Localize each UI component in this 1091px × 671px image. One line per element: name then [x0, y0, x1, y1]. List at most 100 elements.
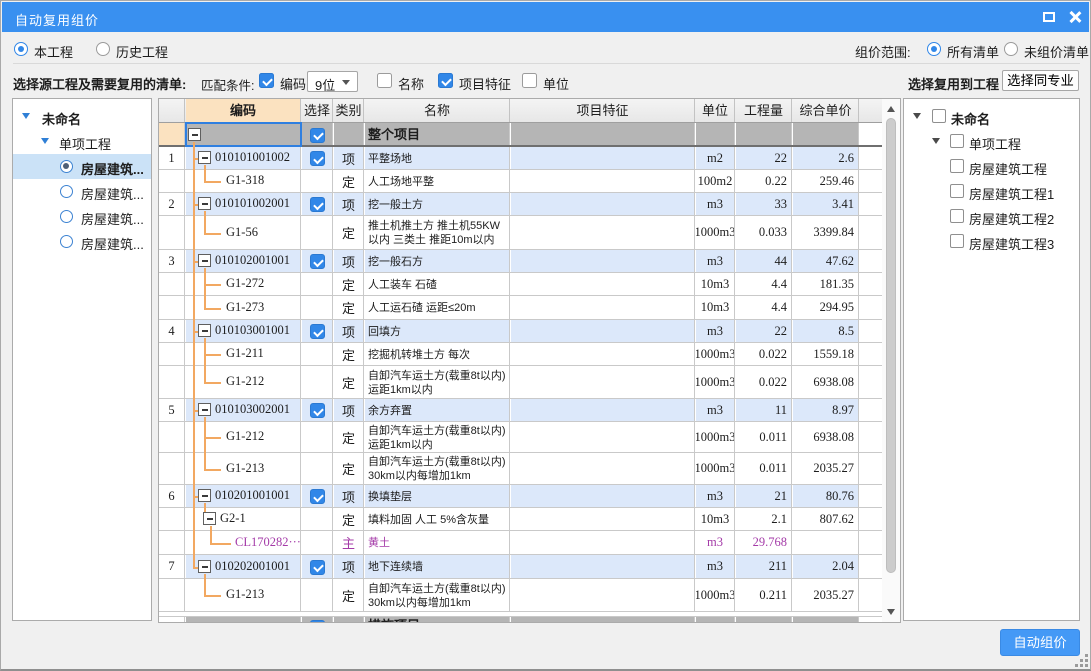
- radio-history-project-label[interactable]: 历史工程: [116, 42, 168, 61]
- source-tree-item[interactable]: 单项工程: [13, 129, 151, 154]
- tree-item-checkbox[interactable]: [950, 184, 964, 198]
- column-header-3[interactable]: 类别: [334, 99, 364, 122]
- auto-price-button[interactable]: 自动组价: [1000, 629, 1080, 656]
- collapse-minus-icon[interactable]: [198, 151, 211, 164]
- column-header-4[interactable]: 名称: [365, 99, 510, 122]
- row-select-checkbox[interactable]: [310, 128, 325, 143]
- radio-unpriced-lists[interactable]: [1004, 42, 1018, 56]
- table-row[interactable]: 定人工运石碴 运距≤20m10m34.4294.95G1-273: [159, 296, 900, 320]
- tree-item-checkbox[interactable]: [950, 159, 964, 173]
- column-header-1[interactable]: 编码: [186, 99, 301, 122]
- table-row[interactable]: 整个项目: [159, 123, 900, 147]
- tree-item-checkbox[interactable]: [950, 134, 964, 148]
- table-row[interactable]: 定人工装车 石碴10m34.4181.35G1-272: [159, 273, 900, 296]
- source-tree-item[interactable]: 房屋建筑...: [13, 229, 151, 254]
- tree-item-label[interactable]: 房屋建筑...: [81, 184, 144, 203]
- row-select-checkbox[interactable]: [310, 403, 325, 418]
- checkbox-feature[interactable]: [438, 73, 453, 88]
- source-tree-item[interactable]: 未命名: [13, 104, 151, 129]
- row-select-checkbox[interactable]: [310, 620, 325, 623]
- column-header-7[interactable]: 工程量: [736, 99, 792, 122]
- target-tree-item[interactable]: 房屋建筑工程3: [904, 229, 1079, 254]
- target-tree-item[interactable]: 房屋建筑工程1: [904, 179, 1079, 204]
- title-bar[interactable]: 自动复用组价: [2, 2, 1089, 32]
- collapse-minus-icon[interactable]: [188, 128, 201, 141]
- tree-expander-icon[interactable]: [22, 113, 30, 119]
- tree-item-label[interactable]: 房屋建筑工程: [969, 159, 1047, 178]
- table-row[interactable]: 2项挖一般土方m3333.41010101002001: [159, 193, 900, 216]
- row-select-checkbox[interactable]: [310, 324, 325, 339]
- table-row[interactable]: 定自卸汽车运土方(载重8t以内) 运距1km以内1000m30.0116938.…: [159, 422, 900, 453]
- tree-item-checkbox[interactable]: [932, 109, 946, 123]
- table-row[interactable]: 定挖掘机转堆土方 每次1000m30.0221559.18G1-211: [159, 343, 900, 366]
- code-digits-dropdown[interactable]: 9位: [307, 71, 358, 92]
- tree-item-label[interactable]: 房屋建筑...: [81, 159, 144, 178]
- checkbox-unit[interactable]: [522, 73, 537, 88]
- collapse-minus-icon[interactable]: [198, 489, 211, 502]
- table-row[interactable]: 定自卸汽车运土方(载重8t以内) 30km以内每增加1km1000m30.011…: [159, 453, 900, 485]
- column-header-5[interactable]: 项目特征: [511, 99, 695, 122]
- target-tree-item[interactable]: 未命名: [904, 104, 1079, 129]
- table-row[interactable]: 措施项目: [159, 617, 900, 623]
- vertical-scrollbar[interactable]: [882, 99, 900, 622]
- table-row[interactable]: 1项平整场地m2222.6010101001002: [159, 147, 900, 170]
- row-select-checkbox[interactable]: [310, 560, 325, 575]
- collapse-minus-icon[interactable]: [198, 254, 211, 267]
- tree-expander-icon[interactable]: [932, 138, 940, 144]
- tree-item-label[interactable]: 未命名: [951, 109, 990, 128]
- checkbox-code[interactable]: [259, 73, 274, 88]
- target-tree-item[interactable]: 房屋建筑工程: [904, 154, 1079, 179]
- source-tree-item[interactable]: 房屋建筑...: [13, 204, 151, 229]
- table-row[interactable]: 定自卸汽车运土方(载重8t以内) 30km以内每增加1km1000m30.211…: [159, 579, 900, 612]
- checkbox-code-label[interactable]: 编码: [280, 74, 306, 93]
- close-button[interactable]: [1060, 2, 1090, 32]
- tree-item-label[interactable]: 未命名: [42, 109, 81, 128]
- table-row[interactable]: 定填料加固 人工 5%含灰量10m32.1807.62G2-1: [159, 508, 900, 531]
- tree-item-radio[interactable]: [60, 185, 73, 198]
- radio-all-lists-label[interactable]: 所有清单: [947, 42, 999, 61]
- checkbox-unit-label[interactable]: 单位: [543, 74, 569, 93]
- scrollbar-thumb[interactable]: [886, 118, 896, 573]
- column-header-8[interactable]: 综合单价: [793, 99, 859, 122]
- checkbox-name[interactable]: [377, 73, 392, 88]
- tree-item-checkbox[interactable]: [950, 209, 964, 223]
- radio-current-project[interactable]: [14, 42, 28, 56]
- tree-item-label[interactable]: 房屋建筑工程3: [969, 234, 1054, 253]
- collapse-minus-icon[interactable]: [198, 560, 211, 573]
- table-row[interactable]: 4项回填方m3228.5010103001001: [159, 320, 900, 343]
- tree-item-checkbox[interactable]: [950, 234, 964, 248]
- table-row[interactable]: 6项换填垫层m32180.76010201001001: [159, 485, 900, 508]
- table-row[interactable]: 7项地下连续墙m32112.04010202001001: [159, 555, 900, 579]
- radio-history-project[interactable]: [96, 42, 110, 56]
- source-tree-item[interactable]: 房屋建筑...: [13, 154, 151, 179]
- target-tree-item[interactable]: 单项工程: [904, 129, 1079, 154]
- radio-all-lists[interactable]: [927, 42, 941, 56]
- source-tree-item[interactable]: 房屋建筑...: [13, 179, 151, 204]
- tree-item-label[interactable]: 单项工程: [969, 134, 1021, 153]
- tree-item-label[interactable]: 房屋建筑工程1: [969, 184, 1054, 203]
- tree-item-label[interactable]: 房屋建筑...: [81, 234, 144, 253]
- table-row[interactable]: 5项余方弃置m3118.97010103002001: [159, 399, 900, 422]
- row-select-checkbox[interactable]: [310, 254, 325, 269]
- table-row[interactable]: 3项挖一般石方m34447.62010102001001: [159, 250, 900, 273]
- tree-item-label[interactable]: 房屋建筑...: [81, 209, 144, 228]
- table-row[interactable]: 定推土机推土方 推土机55KW以内 三类土 推距10m以内1000m30.033…: [159, 216, 900, 250]
- collapse-minus-icon[interactable]: [198, 403, 211, 416]
- column-header-2[interactable]: 选择: [302, 99, 333, 122]
- tree-expander-icon[interactable]: [913, 113, 921, 119]
- scroll-down-icon[interactable]: [887, 609, 895, 615]
- same-specialty-button[interactable]: 选择同专业: [1002, 70, 1079, 91]
- column-header-6[interactable]: 单位: [696, 99, 735, 122]
- resize-grip[interactable]: [1075, 654, 1089, 668]
- collapse-minus-icon[interactable]: [203, 512, 216, 525]
- row-select-checkbox[interactable]: [310, 197, 325, 212]
- tree-item-radio[interactable]: [60, 160, 73, 173]
- row-select-checkbox[interactable]: [310, 151, 325, 166]
- tree-item-radio[interactable]: [60, 210, 73, 223]
- scroll-up-icon[interactable]: [887, 106, 895, 112]
- column-header-0[interactable]: [159, 99, 185, 122]
- radio-current-project-label[interactable]: 本工程: [34, 42, 73, 61]
- table-row[interactable]: 主黄土m329.768CL170282···: [159, 531, 900, 555]
- collapse-minus-icon[interactable]: [198, 324, 211, 337]
- table-row[interactable]: 定人工场地平整100m20.22259.46G1-318: [159, 170, 900, 193]
